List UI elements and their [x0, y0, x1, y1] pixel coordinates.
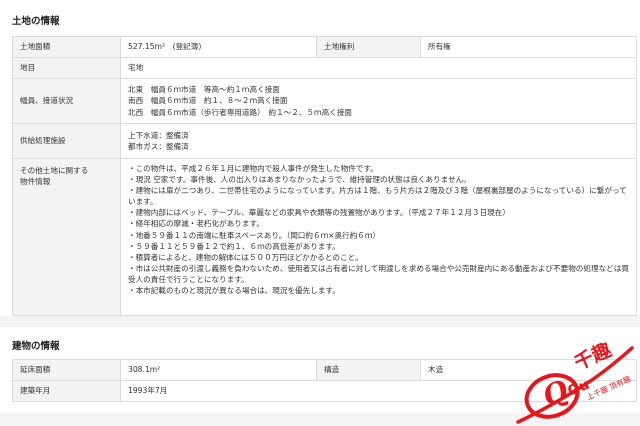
road-access-label: 幅員、接道状況	[12, 78, 121, 124]
qu-watermark-logo: Q Qu 千趣 上千趣 頂有趣	[516, 338, 634, 424]
other-info-value: ・この物件は、平成２６年１月に建物内で殺人事件が発生した物件です。 ・現況 空家…	[120, 158, 637, 316]
note-item: ・本市記載のものと現況が異なる場合は、現況を優先します。	[128, 286, 340, 296]
road-line: 北東 幅員６ｍ市道 等高～約１ｍ高く接面	[128, 85, 280, 95]
road-line: 北西 幅員６ｍ市道（歩行者専用道路） 約１～２、５ｍ高く接面	[128, 107, 353, 117]
land-rights-label: 土地権利	[316, 36, 421, 58]
table-row: 土地面積 527.15m² (登記簿) 土地権利 所有権	[12, 36, 637, 58]
floor-area-label: 延床面積	[12, 359, 121, 381]
road-line: 南西 幅員６ｍ市道 約１、８～２ｍ高く接面	[128, 96, 288, 106]
note-item: ・経年相応の摩滅・老朽化があります。	[128, 219, 264, 229]
structure-label: 構造	[316, 359, 421, 381]
note-item: ・積算者によると、建物の解体には５００万円ほどかかるとのこと。	[128, 252, 363, 262]
other-info-label: その他土地に関する 物件情報	[12, 158, 121, 316]
other-info-label-line: その他土地に関する	[20, 166, 89, 175]
other-info-label-line: 物件情報	[20, 177, 51, 187]
building-section-title: 建物の情報	[12, 341, 60, 352]
land-section-title: 土地の情報	[12, 16, 60, 27]
utility-value: 上下水道：整備済 都市ガス：整備済	[120, 123, 637, 159]
note-item: ・市は公共財産の引渡し義務を負わないため、使用者又は占有者に対して明渡しを求める…	[128, 263, 629, 284]
watermark-slogan: 上千趣 頂有趣	[585, 373, 633, 402]
land-rights-value: 所有権	[420, 36, 637, 58]
note-item: ・建物内部にはベッド、テーブル、華麗などの家具や衣類等の残置物があります。（平成…	[128, 208, 510, 218]
table-row: 供給処理施設 上下水道：整備済 都市ガス：整備済	[12, 123, 637, 159]
table-row: 幅員、接道状況 北東 幅員６ｍ市道 等高～約１ｍ高く接面 南西 幅員６ｍ市道 約…	[12, 78, 637, 124]
table-row: その他土地に関する 物件情報 ・この物件は、平成２６年１月に建物内で殺人事件が発…	[12, 158, 637, 316]
built-date-label: 建築年月	[12, 380, 121, 402]
road-access-value: 北東 幅員６ｍ市道 等高～約１ｍ高く接面 南西 幅員６ｍ市道 約１、８～２ｍ高く…	[120, 78, 637, 124]
utility-line: 都市ガス：整備済	[128, 142, 189, 151]
land-area-value: 527.15m² (登記簿)	[120, 36, 317, 58]
table-row: 地目 宅地	[12, 57, 637, 79]
utility-label: 供給処理施設	[12, 123, 121, 159]
note-item: ・この物件は、平成２６年１月に建物内で殺人事件が発生した物件です。	[128, 164, 378, 173]
note-item: ・建物には扉が二つあり、二世帯住宅のようになっています。片方は１階、もう片方は２…	[128, 186, 627, 207]
land-info-table: 土地面積 527.15m² (登記簿) 土地権利 所有権 地目 宅地 幅員、接道…	[12, 36, 637, 316]
note-item: ・５９番１１と５９番１２で約１、６ｍの高低差があります。	[128, 241, 340, 251]
note-item: ・現況 空家です。事件後、人の出入りはあまりなかったようで、維持管理の状態は良く…	[128, 175, 471, 185]
land-area-label: 土地面積	[12, 36, 121, 58]
land-type-value: 宅地	[120, 57, 637, 79]
floor-area-value: 308.1m²	[120, 359, 317, 381]
note-item: ・地番５９番１１の南端に駐車スペースあり。（間口約６ｍ×奥行約６ｍ）	[128, 230, 381, 240]
utility-line: 上下水道：整備済	[128, 130, 189, 140]
land-info-section: 土地の情報 土地面積 527.15m² (登記簿) 土地権利 所有権 地目 宅地…	[0, 0, 640, 316]
land-type-label: 地目	[12, 57, 121, 79]
